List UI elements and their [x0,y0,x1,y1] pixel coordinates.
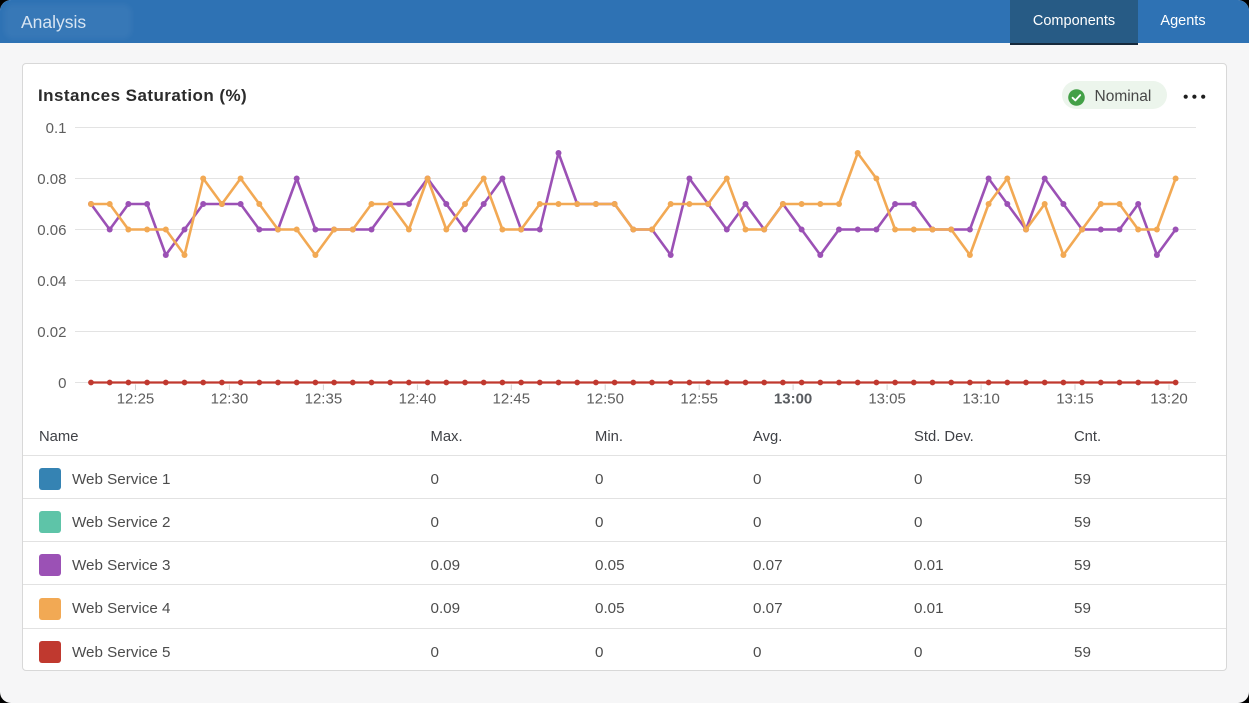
svg-text:13:10: 13:10 [962,391,1000,408]
svg-text:13:00: 13:00 [774,391,812,408]
svg-text:13:05: 13:05 [868,391,906,408]
svg-text:13:15: 13:15 [1056,391,1094,408]
svg-text:12:55: 12:55 [680,391,718,408]
svg-text:0.04: 0.04 [37,273,66,290]
svg-text:0.06: 0.06 [37,222,66,239]
svg-text:13:20: 13:20 [1150,391,1188,408]
svg-text:12:40: 12:40 [399,391,437,408]
svg-text:12:30: 12:30 [211,391,249,408]
svg-text:0: 0 [58,375,66,392]
svg-text:0.02: 0.02 [37,324,66,341]
svg-text:0.08: 0.08 [37,171,66,188]
svg-text:0.1: 0.1 [46,120,67,137]
svg-text:12:50: 12:50 [586,391,624,408]
svg-text:12:45: 12:45 [493,391,531,408]
svg-text:12:25: 12:25 [117,391,155,408]
svg-text:12:35: 12:35 [305,391,343,408]
